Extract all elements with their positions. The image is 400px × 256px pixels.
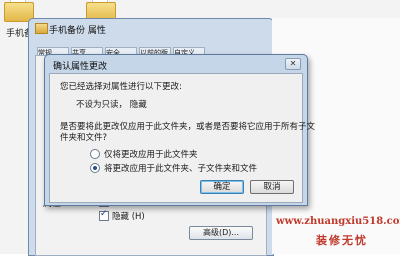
properties-window-title: 手机备份 属性	[49, 26, 106, 36]
option-this-folder[interactable]: 仅将更改应用于此文件夹	[90, 148, 198, 160]
option-all-subfolders-label: 将更改应用于此文件夹、子文件夹和文件	[104, 164, 258, 174]
radio-this-folder[interactable]	[90, 149, 100, 159]
hidden-checkbox[interactable]	[99, 209, 109, 221]
watermark-url: www.zhuangxiu518.com	[276, 216, 400, 227]
close-icon[interactable]: ✕	[285, 58, 301, 70]
dialog-title: 确认属性更改	[53, 62, 108, 72]
question-text-line2: 件夹和文件?	[60, 133, 108, 143]
radio-all-subfolders[interactable]	[90, 163, 100, 173]
change-summary-text: 不设为只读， 隐藏	[76, 100, 147, 110]
advanced-button[interactable]: 高级(D)...	[189, 226, 253, 240]
dialog-body: 您已经选择对属性进行以下更改: 不设为只读， 隐藏 是否要将此更改仅应用于此文件…	[49, 73, 315, 203]
desktop: 手机备 手机备份 属性 常规共享安全以前的版本自定义 属性: 只读 (仅应用于文…	[0, 0, 400, 256]
confirm-attribute-dialog: 确认属性更改 ✕ 您已经选择对属性进行以下更改: 不设为只读， 隐藏 是否要将此…	[44, 54, 315, 206]
option-this-folder-label: 仅将更改应用于此文件夹	[104, 150, 198, 160]
cancel-button[interactable]: 取消	[250, 180, 294, 194]
ok-button[interactable]: 确定	[200, 180, 244, 194]
hidden-label: 隐藏 (H)	[112, 212, 145, 222]
hidden-row[interactable]: 隐藏 (H)	[99, 209, 145, 222]
folder-icon	[35, 23, 48, 34]
option-all-subfolders[interactable]: 将更改应用于此文件夹、子文件夹和文件	[90, 162, 257, 174]
folder-icon[interactable]	[4, 0, 34, 22]
watermark-text: 装修无忧	[316, 234, 368, 247]
dialog-intro-text: 您已经选择对属性进行以下更改:	[60, 82, 182, 92]
